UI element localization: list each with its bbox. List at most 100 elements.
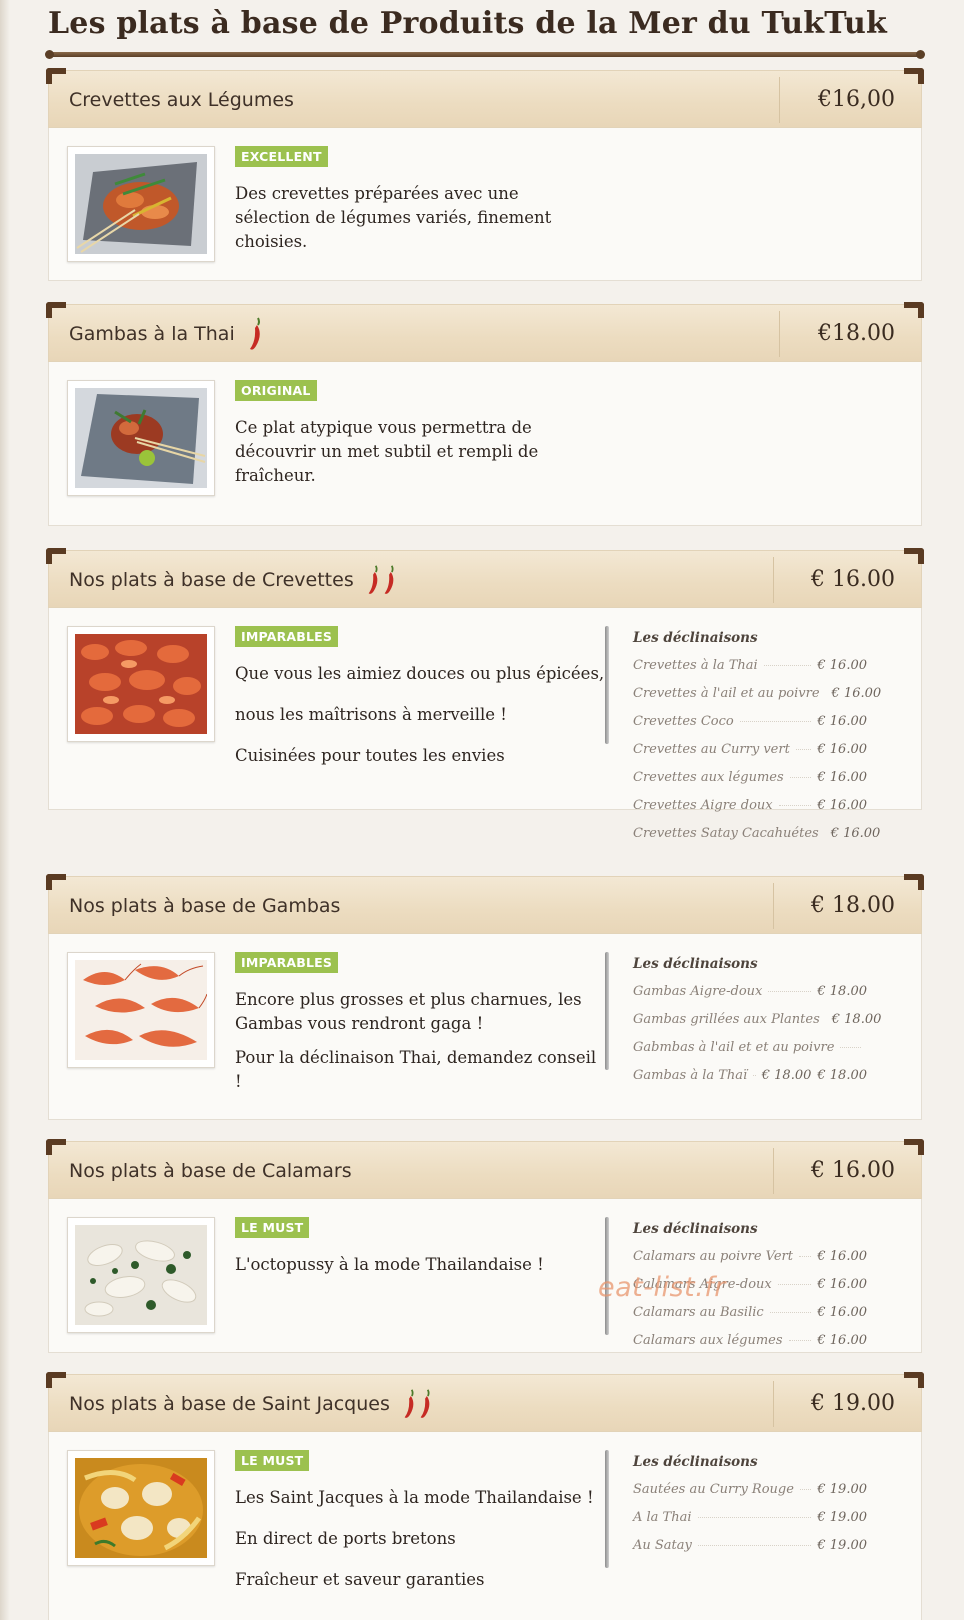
- declinaison-name: Crevettes aux légumes: [633, 770, 784, 785]
- dish-badge: LE MUST: [235, 1450, 310, 1471]
- declinaison-item: Gambas Aigre-doux € 18.00: [633, 984, 867, 1012]
- dish-header: Nos plats à base de Gambas € 18.00: [46, 874, 924, 934]
- declinaison-price: € 18.00: [817, 984, 867, 999]
- declinaison-name: A la Thai: [633, 1510, 692, 1525]
- declinaison-price: € 19.00: [817, 1482, 867, 1497]
- dish-photo[interactable]: [67, 1217, 215, 1333]
- dish-card-saint-jacques: Nos plats à base de Saint Jacques € 19.0…: [46, 1372, 924, 1620]
- declinaison-price: € 16.00: [817, 1333, 867, 1348]
- leader-dots: [799, 1489, 812, 1490]
- leader-dots: [795, 749, 812, 750]
- page-title: Les plats à base de Produits de la Mer d…: [48, 6, 887, 41]
- dish-photo[interactable]: [67, 146, 215, 262]
- declinaison-item: Crevettes Coco € 16.00: [633, 714, 867, 742]
- scallops-curry-icon: [75, 1458, 207, 1558]
- declinaisons-divider: [605, 952, 609, 1070]
- declinaison-item: Crevettes au Curry vert € 16.00: [633, 742, 867, 770]
- declinaison-name: Gambas grillées aux Plantes: [633, 1012, 820, 1027]
- dish-header: Nos plats à base de Calamars € 16.00: [46, 1139, 924, 1199]
- dish-badge: IMPARABLES: [235, 952, 339, 973]
- description-line: Ce plat atypique vous permettra de décou…: [235, 418, 539, 485]
- declinaison-name: Crevettes Satay Cacahuétes: [633, 826, 819, 841]
- page-edge-shadow: [0, 0, 10, 1620]
- gambas-pile-icon: [75, 960, 208, 1060]
- declinaisons-title: Les déclinaisons: [633, 1454, 758, 1470]
- chili-pepper-icon: [384, 565, 394, 594]
- corner-ornament-left: [46, 68, 66, 84]
- declinaison-price: € 16.00: [817, 770, 867, 785]
- dish-description: Que vous les aimiez douces ou plus épicé…: [235, 662, 605, 785]
- corner-ornament-left: [46, 874, 66, 890]
- dish-body: LE MUST Les Saint Jacques à la mode Thai…: [48, 1432, 922, 1620]
- dish-badge: LE MUST: [235, 1217, 310, 1238]
- declinaison-item: Crevettes Aigre doux € 16.00: [633, 798, 867, 826]
- declinaison-price: € 16.00: [817, 1249, 867, 1264]
- dish-card-gambas-thai: Gambas à la Thai €18.00 ORIGINAL Ce plat…: [46, 302, 924, 526]
- dish-name: Gambas à la Thai: [69, 323, 235, 345]
- dish-photo[interactable]: [67, 1450, 215, 1566]
- dish-photo[interactable]: [67, 380, 215, 496]
- declinaison-item: Au Satay € 19.00: [633, 1538, 867, 1566]
- description-line: Encore plus grosses et plus charnues, le…: [235, 990, 582, 1033]
- declinaison-name: Sautées au Curry Rouge: [633, 1482, 794, 1497]
- dish-name: Nos plats à base de Crevettes: [69, 569, 354, 591]
- dish-price: € 16.00: [811, 567, 895, 592]
- leader-dots: [753, 1075, 756, 1076]
- dish-header: Nos plats à base de Crevettes € 16.00: [46, 548, 924, 608]
- leader-dots: [739, 721, 812, 722]
- corner-ornament-right: [904, 874, 924, 890]
- dish-badge: ORIGINAL: [235, 380, 317, 401]
- dish-price: € 16.00: [811, 1158, 895, 1183]
- declinaisons-divider: [605, 1450, 609, 1568]
- dish-body: LE MUST L'octopussy à la mode Thailandai…: [48, 1199, 922, 1353]
- dish-card-crevettes: Nos plats à base de Crevettes € 16.00 IM…: [46, 548, 924, 841]
- watermark: eat-list.fr: [598, 1272, 726, 1303]
- dish-photo[interactable]: [67, 626, 215, 742]
- corner-ornament-left: [46, 1139, 66, 1155]
- dish-photo[interactable]: [67, 952, 215, 1068]
- declinaison-name: Crevettes au Curry vert: [633, 742, 790, 757]
- dish-badge: EXCELLENT: [235, 146, 328, 167]
- corner-ornament-right: [904, 1372, 924, 1388]
- leader-dots: [763, 665, 812, 666]
- declinaisons-title: Les déclinaisons: [633, 1221, 758, 1237]
- dish-price: €18.00: [818, 321, 895, 346]
- corner-ornament-right: [904, 548, 924, 564]
- declinaison-item: Gambas à la Thaï € 18.00 € 18.00: [633, 1068, 867, 1096]
- leader-dots: [777, 1284, 812, 1285]
- description-line: En direct de ports bretons: [235, 1529, 456, 1548]
- calamari-plate-icon: [75, 1225, 207, 1325]
- declinaisons-list: Les déclinaisons Sautées au Curry Rouge €…: [633, 1454, 867, 1566]
- description-line: Pour la déclinaison Thai, demandez conse…: [235, 1048, 597, 1091]
- declinaison-name: Gambas à la Thaï: [633, 1068, 748, 1083]
- dish-price: € 19.00: [811, 1391, 895, 1416]
- leader-dots: [697, 1517, 812, 1518]
- declinaison-item: Calamars aux légumes € 16.00: [633, 1333, 867, 1361]
- dish-description: L'octopussy à la mode Thailandaise !: [235, 1253, 595, 1294]
- leader-dots: [768, 991, 812, 992]
- declinaison-price: € 16.00: [830, 826, 881, 841]
- declinaison-name: Au Satay: [633, 1538, 692, 1553]
- spicy-level: [366, 562, 398, 598]
- leader-dots: [769, 1312, 812, 1313]
- corner-ornament-left: [46, 548, 66, 564]
- declinaison-name: Gabmbas à l'ail et et au poivre: [633, 1040, 835, 1055]
- declinaison-price: € 16.00: [817, 742, 867, 757]
- chili-pepper-icon: [404, 1389, 414, 1418]
- declinaison-price: € 19.00: [817, 1538, 867, 1553]
- spicy-level: [402, 1386, 434, 1422]
- dish-card-gambas: Nos plats à base de Gambas € 18.00 IMPAR…: [46, 874, 924, 1120]
- dish-card-crevettes-legumes: Crevettes aux Légumes €16,00 EXCELLENT D…: [46, 68, 924, 281]
- price-separator: [773, 883, 774, 929]
- dish-description: Des crevettes préparées avec une sélecti…: [235, 182, 595, 271]
- declinaison-name: Calamars au Basilic: [633, 1305, 764, 1320]
- declinaison-price: € 16.00: [831, 686, 882, 701]
- chili-pepper-icon: [249, 317, 260, 350]
- price-separator: [773, 1381, 774, 1427]
- dish-description: Encore plus grosses et plus charnues, le…: [235, 988, 605, 1104]
- corner-ornament-right: [904, 302, 924, 318]
- dish-header: Nos plats à base de Saint Jacques € 19.0…: [46, 1372, 924, 1432]
- declinaison-name: Crevettes Coco: [633, 714, 734, 729]
- description-line: Les Saint Jacques à la mode Thailandaise…: [235, 1488, 594, 1507]
- dish-body: EXCELLENT Des crevettes préparées avec u…: [48, 128, 922, 281]
